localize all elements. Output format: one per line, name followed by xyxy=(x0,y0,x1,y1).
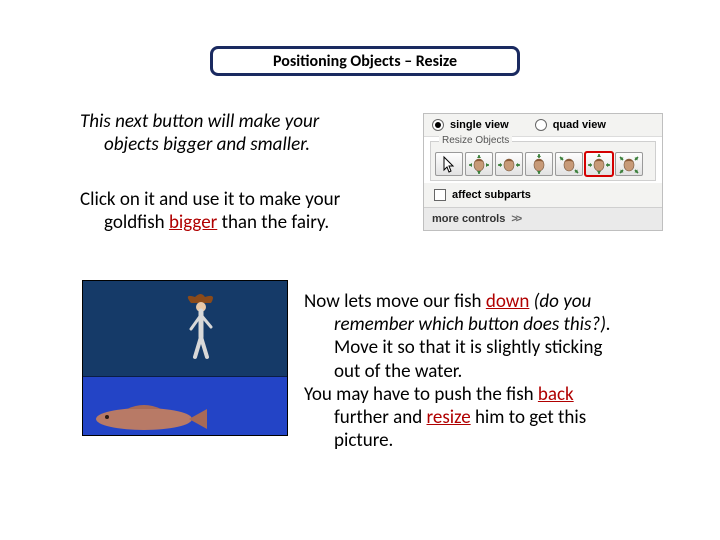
keyword-back: back xyxy=(538,383,574,406)
instruction-paragraph: Click on it and use it to make your gold… xyxy=(80,188,410,234)
resize-uniform-tool[interactable] xyxy=(465,152,493,176)
text: than the fairy. xyxy=(217,211,329,234)
single-view-radio[interactable] xyxy=(432,119,444,131)
resize-objects-legend: Resize Objects xyxy=(439,135,512,146)
parenthetical: remember which button does this?). xyxy=(304,313,684,336)
controls-panel: single view quad view Resize Objects aff… xyxy=(423,113,663,231)
scene-preview xyxy=(82,280,288,436)
resize-free-tool[interactable] xyxy=(615,152,643,176)
resize-toolbar xyxy=(435,152,651,176)
text: picture. xyxy=(304,429,684,452)
text: objects bigger and smaller. xyxy=(80,133,400,156)
keyword-down: down xyxy=(486,290,530,313)
affect-subparts-label: affect subparts xyxy=(452,189,531,201)
resize-objects-group: Resize Objects xyxy=(430,141,656,181)
more-controls-button[interactable]: more controls >> xyxy=(424,207,662,230)
chevron-right-icon: >> xyxy=(511,213,520,225)
intro-paragraph: This next button will make your objects … xyxy=(80,110,400,156)
affect-subparts-checkbox[interactable] xyxy=(434,189,446,201)
fairy-icon xyxy=(181,291,223,363)
view-mode-row: single view quad view xyxy=(424,114,662,137)
more-controls-label: more controls xyxy=(432,213,505,225)
followup-paragraph: Now lets move our fish down (do you reme… xyxy=(304,290,684,452)
resize-vertical-tool[interactable] xyxy=(525,152,553,176)
text: further and resize him to get this xyxy=(304,406,684,429)
quad-view-label: quad view xyxy=(553,119,606,131)
resize-all-tool[interactable] xyxy=(585,152,613,176)
resize-horizontal-tool[interactable] xyxy=(495,152,523,176)
text: out of the water. xyxy=(304,360,684,383)
slide-title: Positioning Objects – Resize xyxy=(210,46,520,76)
goldfish-icon xyxy=(89,401,209,433)
text: him to get this xyxy=(471,406,587,429)
text: goldfish xyxy=(104,211,169,234)
text: You may have to push the fish xyxy=(304,383,538,406)
text: Click on it and use it to make your xyxy=(80,188,340,211)
arrow-tool[interactable] xyxy=(435,152,463,176)
text: This next button will make your xyxy=(80,110,319,133)
text: Now lets move our fish down (do you xyxy=(304,290,591,313)
resize-depth-tool[interactable] xyxy=(555,152,583,176)
text: further and xyxy=(334,406,427,429)
text: You may have to push the fish back xyxy=(304,383,574,406)
keyword-resize: resize xyxy=(427,406,471,429)
text: Now lets move our fish xyxy=(304,290,486,313)
text: Move it so that it is slightly sticking xyxy=(304,336,684,359)
parenthetical: (do you xyxy=(534,290,592,313)
text: goldfish bigger than the fairy. xyxy=(80,211,410,234)
quad-view-radio[interactable] xyxy=(535,119,547,131)
keyword-bigger: bigger xyxy=(169,211,217,234)
affect-subparts-row: affect subparts xyxy=(424,183,662,207)
single-view-label: single view xyxy=(450,119,509,131)
